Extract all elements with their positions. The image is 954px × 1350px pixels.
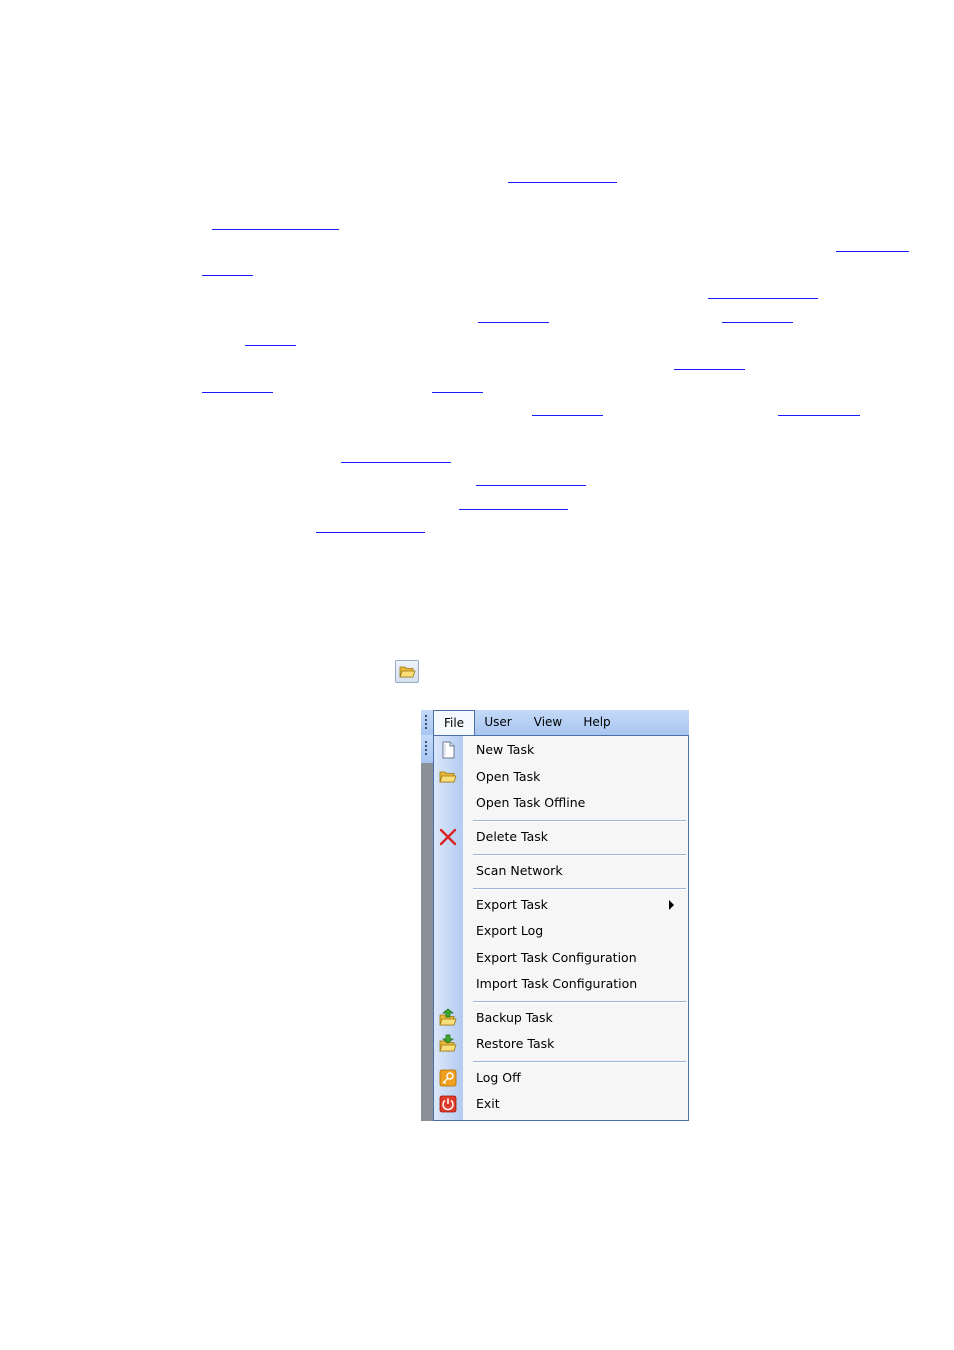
- key-icon: [438, 1068, 458, 1088]
- hyperlink[interactable]: [532, 415, 603, 416]
- menu-item-backup-task[interactable]: Backup Task: [434, 1005, 688, 1031]
- hyperlink[interactable]: [478, 322, 549, 323]
- hyperlink[interactable]: [508, 182, 617, 183]
- delete-x-icon: [438, 827, 458, 847]
- hyperlink[interactable]: [708, 298, 818, 299]
- menu-item-restore-task[interactable]: Restore Task: [434, 1031, 688, 1057]
- hyperlink[interactable]: [212, 229, 339, 230]
- menu-item-new-task[interactable]: New Task: [434, 737, 688, 763]
- menu-item-exit[interactable]: Exit: [434, 1091, 688, 1117]
- menu-item-label: Open Task: [476, 769, 541, 784]
- backup-folder-icon: [438, 1008, 458, 1028]
- menu-item-log-off[interactable]: Log Off: [434, 1065, 688, 1091]
- hyperlink[interactable]: [778, 415, 860, 416]
- menu-item-open-task-offline[interactable]: Open Task Offline: [434, 790, 688, 816]
- menu-item-export-task[interactable]: Export Task: [434, 892, 688, 918]
- menu-item-label: Restore Task: [476, 1036, 555, 1051]
- hyperlink[interactable]: [459, 509, 568, 510]
- menu-screenshot: File User View Help New Task Open Task O…: [421, 710, 689, 1121]
- menu-bar: File User View Help: [421, 710, 689, 736]
- menu-item-label: Backup Task: [476, 1010, 553, 1025]
- power-icon: [438, 1094, 458, 1114]
- menu-item-label: Open Task Offline: [476, 795, 586, 810]
- menu-item-export-task-configuration[interactable]: Export Task Configuration: [434, 945, 688, 971]
- menu-item-label: New Task: [476, 742, 535, 757]
- menu-item-open-task[interactable]: Open Task: [434, 764, 688, 790]
- menu-item-scan-network[interactable]: Scan Network: [434, 858, 688, 884]
- toolbar-grip[interactable]: [425, 741, 428, 757]
- hyperlink[interactable]: [476, 485, 586, 486]
- restore-folder-icon: [438, 1034, 458, 1054]
- menu-separator: [473, 854, 686, 856]
- menu-item-label: Scan Network: [476, 863, 563, 878]
- menu-item-label: Exit: [476, 1096, 500, 1111]
- menu-item-delete-task[interactable]: Delete Task: [434, 824, 688, 850]
- menu-help[interactable]: Help: [579, 710, 615, 735]
- hyperlink[interactable]: [722, 322, 793, 323]
- submenu-arrow-icon: [669, 900, 674, 910]
- menu-user[interactable]: User: [479, 710, 517, 735]
- hyperlink[interactable]: [316, 532, 425, 533]
- hyperlink[interactable]: [836, 251, 909, 252]
- hyperlink[interactable]: [432, 392, 483, 393]
- toolbar-strip: [421, 735, 433, 1121]
- menu-view[interactable]: View: [529, 710, 567, 735]
- menu-item-label: Export Log: [476, 923, 544, 938]
- menu-file[interactable]: File: [433, 710, 475, 736]
- new-task-icon: [438, 740, 458, 760]
- menu-item-label: Log Off: [476, 1070, 521, 1085]
- file-dropdown-menu: New Task Open Task Open Task Offline Del…: [433, 735, 689, 1121]
- hyperlink[interactable]: [245, 345, 296, 346]
- menu-item-label: Delete Task: [476, 829, 549, 844]
- folder-open-icon: [438, 767, 458, 787]
- menu-item-label: Export Task: [476, 897, 548, 912]
- menu-item-import-task-configuration[interactable]: Import Task Configuration: [434, 971, 688, 997]
- toolbar-grip[interactable]: [425, 715, 428, 731]
- menu-separator: [473, 888, 686, 890]
- hyperlink[interactable]: [202, 275, 253, 276]
- hyperlink[interactable]: [341, 462, 451, 463]
- menu-item-export-log[interactable]: Export Log: [434, 918, 688, 944]
- menu-separator: [473, 1001, 686, 1003]
- hyperlink[interactable]: [202, 392, 273, 393]
- hyperlink[interactable]: [674, 369, 745, 370]
- menu-item-label: Import Task Configuration: [476, 976, 638, 991]
- menu-item-label: Export Task Configuration: [476, 950, 637, 965]
- open-task-toolbar-button[interactable]: [395, 660, 419, 683]
- menu-separator: [473, 1061, 686, 1063]
- folder-open-icon: [399, 666, 416, 678]
- menu-separator: [473, 820, 686, 822]
